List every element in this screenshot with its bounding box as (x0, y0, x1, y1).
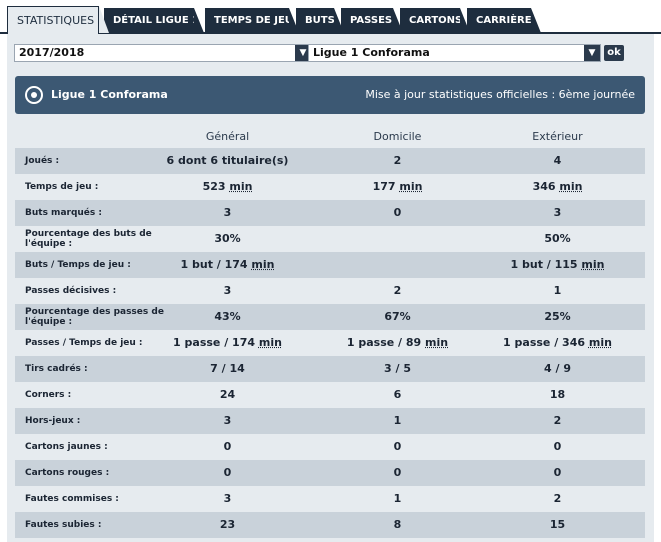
column-header-exterieur: Extérieur (532, 130, 583, 143)
table-cell-exterieur: 25% (544, 310, 571, 323)
table-row: Hors-jeux : 3 1 2 (15, 408, 645, 434)
table-cell-domicile: 0 (393, 466, 402, 479)
row-label: Fautes commises : (25, 494, 119, 504)
stats-panel: 2017/2018 ▼ Ligue 1 Conforama ▼ ok Ligue… (7, 34, 654, 542)
tab-bar: STATISTIQUES DÉTAIL LIGUE 1 TEMPS DE JEU… (0, 0, 661, 34)
table-cell-domicile: 2 (393, 284, 402, 297)
table-row: Buts marqués : 3 0 3 (15, 200, 645, 226)
tab-detail-ligue-1[interactable]: DÉTAIL LIGUE 1 (104, 8, 204, 33)
table-row: Buts / Temps de jeu : 1 but / 174 min 1 bu… (15, 252, 645, 278)
table-cell-general: 0 (223, 440, 232, 453)
row-label: Hors-jeux : (25, 416, 81, 426)
table-cell-general: 3 (223, 414, 232, 427)
table-cell-general: 3 (223, 206, 232, 219)
table-cell-domicile: 67% (384, 310, 411, 323)
row-label: Tirs cadrés : (25, 364, 88, 374)
row-label: Buts / Temps de jeu : (25, 260, 131, 270)
table-row: Temps de jeu : 523 min 177 min 346 min (15, 174, 645, 200)
table-cell-domicile: 0 (393, 206, 402, 219)
competition-select-value: Ligue 1 Conforama (313, 46, 430, 59)
season-select[interactable]: 2017/2018 ▼ (14, 44, 312, 62)
table-cell-general: 3 (223, 492, 232, 505)
competition-select[interactable]: Ligue 1 Conforama ▼ (308, 44, 601, 62)
table-row: Corners : 24 6 18 (15, 382, 645, 408)
row-label: Temps de jeu : (25, 182, 99, 192)
table-row: Cartons jaunes : 0 0 0 (15, 434, 645, 460)
table-row: Fautes commises : 3 1 2 (15, 486, 645, 512)
row-label: Cartons jaunes : (25, 442, 108, 452)
row-label: Corners : (25, 390, 72, 400)
table-cell-exterieur: 2 (553, 414, 562, 427)
table-cell-exterieur: 346 min (532, 180, 583, 193)
table-cell-domicile: 6 (393, 388, 402, 401)
table-cell-domicile (325, 226, 470, 252)
table-cell-exterieur: 50% (544, 232, 571, 245)
tab-buts[interactable]: BUTS (296, 8, 344, 33)
table-row: Pourcentage des buts de l'équipe : 30% 50% (15, 226, 645, 252)
table-cell-exterieur: 0 (553, 466, 562, 479)
table-cell-domicile: 177 min (372, 180, 423, 193)
table-cell-domicile (325, 252, 470, 278)
table-cell-exterieur: 1 but / 115 min (510, 258, 605, 271)
row-label: Fautes subies : (25, 520, 102, 530)
table-row: Joués : 6 dont 6 titulaire(s) 2 4 (15, 148, 645, 174)
table-cell-domicile: 1 passe / 89 min (346, 336, 449, 349)
table-cell-exterieur: 2 (553, 492, 562, 505)
table-cell-general: 1 passe / 174 min (173, 336, 282, 349)
table-cell-domicile: 3 / 5 (384, 362, 411, 375)
table-row: Passes / Temps de jeu : 1 passe / 174 min… (15, 330, 645, 356)
table-cell-domicile: 0 (393, 440, 402, 453)
table-cell-exterieur: 15 (549, 518, 566, 531)
ligue1-logo-icon (25, 86, 43, 104)
tab-statistiques[interactable]: STATISTIQUES (7, 6, 109, 34)
tab-temps-de-jeu[interactable]: TEMPS DE JEU (205, 8, 299, 33)
column-header-general: Général (205, 130, 250, 143)
table-cell-exterieur: 1 passe / 346 min (503, 336, 612, 349)
table-cell-general: 43% (214, 310, 241, 323)
table-cell-exterieur: 4 (553, 154, 562, 167)
row-label: Passes / Temps de jeu : (25, 338, 143, 348)
row-label: Cartons rouges : (25, 468, 110, 478)
table-cell-domicile: 2 (393, 154, 402, 167)
table-cell-general: 23 (219, 518, 236, 531)
table-row: Passes décisives : 3 2 1 (15, 278, 645, 304)
table-cell-general: 24 (219, 388, 236, 401)
column-header-domicile: Domicile (373, 130, 422, 143)
table-cell-general: 523 min (202, 180, 253, 193)
table-cell-general: 7 / 14 (210, 362, 245, 375)
row-label: Pourcentage des passes de l'équipe : (25, 307, 164, 327)
table-cell-general: 3 (223, 284, 232, 297)
row-label: Passes décisives : (25, 286, 117, 296)
table-cell-general: 6 dont 6 titulaire(s) (166, 154, 289, 167)
tab-carriere[interactable]: CARRIÈRE (467, 8, 541, 33)
league-header: Ligue 1 Conforama Mise à jour statistiqu… (15, 76, 645, 114)
tab-cartons[interactable]: CARTONS (400, 8, 470, 33)
table-cell-general: 1 but / 174 min (180, 258, 275, 271)
season-select-value: 2017/2018 (19, 46, 85, 59)
chevron-down-icon[interactable]: ▼ (584, 45, 600, 61)
table-cell-domicile: 1 (393, 492, 402, 505)
update-info: Mise à jour statistiques officielles : 6… (365, 88, 635, 101)
table-cell-domicile: 1 (393, 414, 402, 427)
tab-passes[interactable]: PASSES (341, 8, 403, 33)
table-cell-general: 30% (214, 232, 241, 245)
table-cell-exterieur: 4 / 9 (544, 362, 571, 375)
table-row: Pourcentage des passes de l'équipe : 43% 6… (15, 304, 645, 330)
row-label: Buts marqués : (25, 208, 102, 218)
table-cell-general: 0 (223, 466, 232, 479)
table-cell-exterieur: 0 (553, 440, 562, 453)
table-row: Fautes subies : 23 8 15 (15, 512, 645, 538)
table-cell-exterieur: 1 (553, 284, 562, 297)
table-row: Tirs cadrés : 7 / 14 3 / 5 4 / 9 (15, 356, 645, 382)
ok-button[interactable]: ok (604, 45, 624, 61)
row-label: Joués : (25, 156, 60, 166)
league-name: Ligue 1 Conforama (51, 88, 168, 101)
table-cell-exterieur: 3 (553, 206, 562, 219)
table-cell-domicile: 8 (393, 518, 402, 531)
table-row: Cartons rouges : 0 0 0 (15, 460, 645, 486)
table-cell-exterieur: 18 (549, 388, 566, 401)
row-label: Pourcentage des buts de l'équipe : (25, 229, 152, 249)
